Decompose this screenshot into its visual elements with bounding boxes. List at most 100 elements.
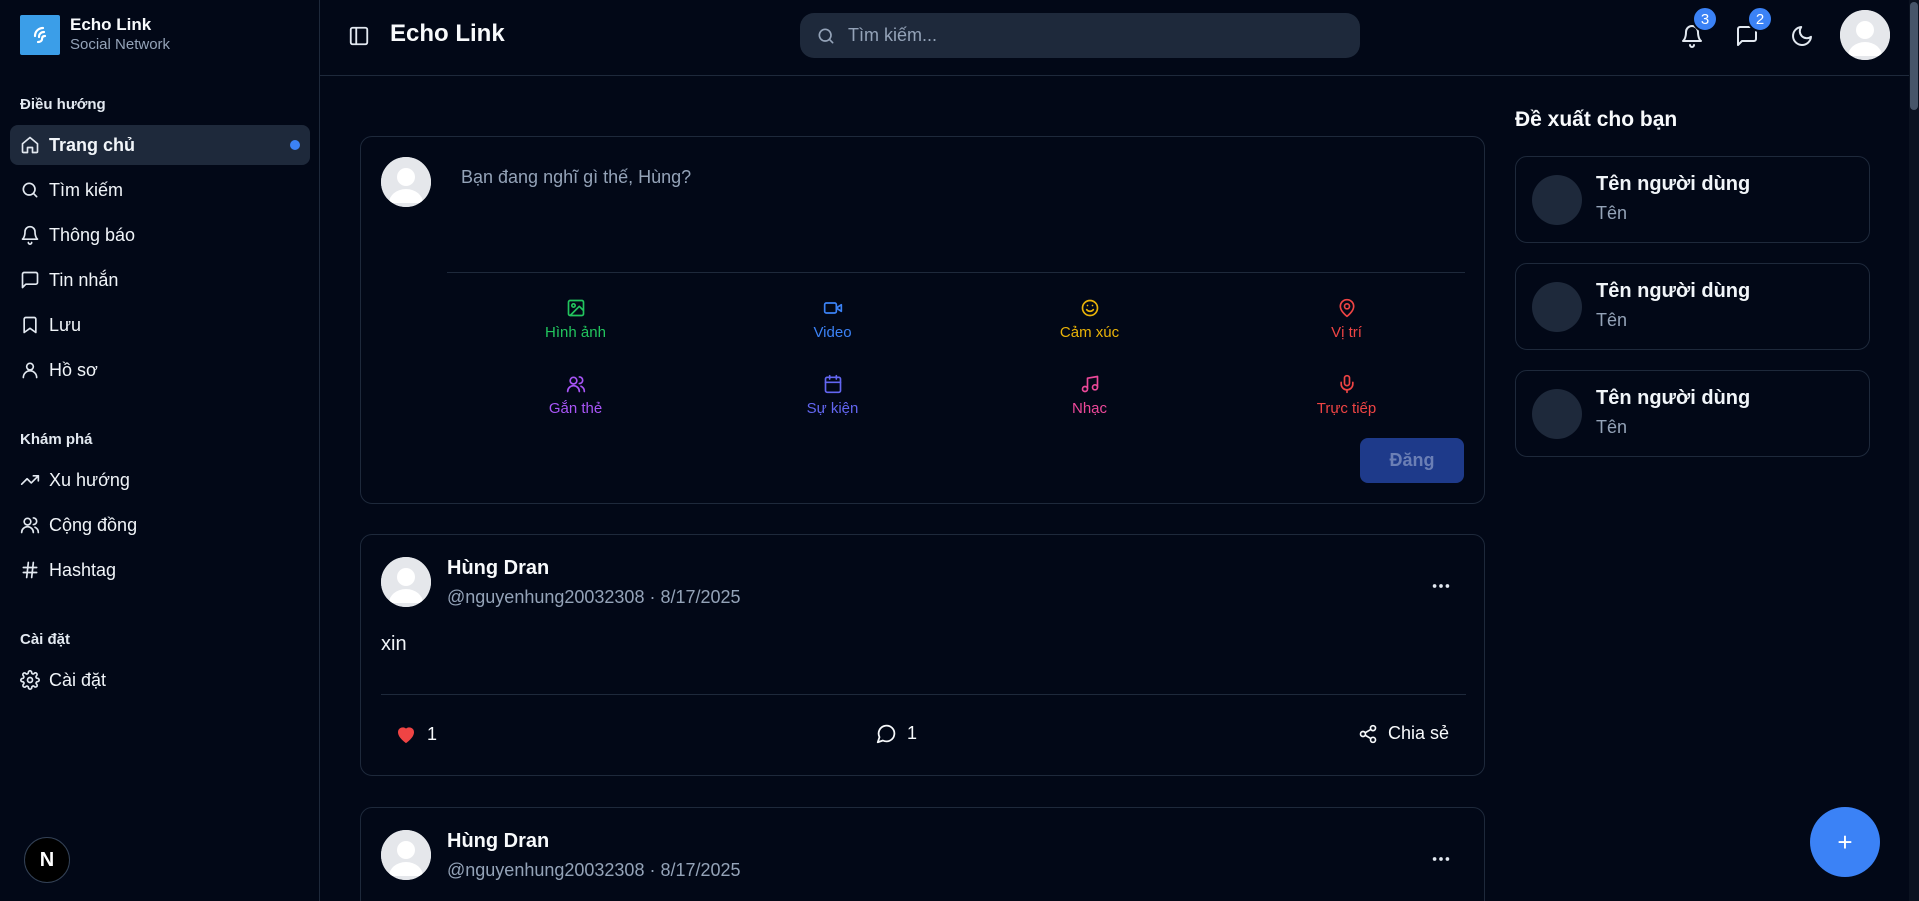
action-label: Video xyxy=(813,323,852,341)
action-location[interactable]: Vị trí xyxy=(1218,287,1475,351)
sidebar-item-label: Hashtag xyxy=(49,559,117,580)
suggestion-handle: Tên xyxy=(1596,310,1628,330)
create-post-fab-button[interactable]: + xyxy=(1810,807,1880,877)
divider xyxy=(447,272,1465,273)
post-author-name[interactable]: Hùng Dran xyxy=(447,830,549,853)
sidebar-item-label: Xu hướng xyxy=(49,469,130,490)
like-button[interactable]: 1 xyxy=(395,723,437,745)
message-icon xyxy=(21,271,39,289)
post-meta: @nguyenhung20032308 · 8/17/2025 xyxy=(447,860,741,880)
sidebar-item-trending[interactable]: Xu hướng xyxy=(10,460,310,500)
image-icon xyxy=(567,299,584,316)
comment-icon xyxy=(876,724,896,744)
composer-input[interactable] xyxy=(461,167,1441,257)
messages-count-badge: 2 xyxy=(1747,6,1773,32)
nav-section-title: Điều hướng xyxy=(20,96,106,113)
post-content: xin xyxy=(381,633,407,655)
home-icon xyxy=(21,136,39,154)
action-feeling[interactable]: Cảm xúc xyxy=(961,287,1218,351)
hash-icon xyxy=(22,561,38,579)
sidebar-item-hashtag[interactable]: Hashtag xyxy=(10,550,310,590)
suggestion-handle: Tên xyxy=(1596,417,1628,437)
action-tag[interactable]: Gắn thẻ xyxy=(447,363,704,427)
page-title: Echo Link xyxy=(390,20,505,47)
sidebar-item-notifications[interactable]: Thông báo xyxy=(10,215,310,255)
brand-title: Echo Link xyxy=(70,15,152,34)
smile-icon xyxy=(1081,299,1098,316)
nav-section-title: Khám phá xyxy=(20,431,93,448)
active-indicator xyxy=(290,140,300,150)
action-music[interactable]: Nhạc xyxy=(961,363,1218,427)
bookmark-icon xyxy=(23,316,37,334)
suggestion-card[interactable]: Tên người dùng Tên xyxy=(1515,370,1870,457)
sidebar-item-label: Hồ sơ xyxy=(49,359,98,380)
sidebar-item-label: Tìm kiếm xyxy=(49,179,123,200)
suggestion-handle: Tên xyxy=(1596,203,1628,223)
suggestion-avatar xyxy=(1532,282,1582,332)
action-video[interactable]: Video xyxy=(704,287,961,351)
post-meta: @nguyenhung20032308 · 8/17/2025 xyxy=(447,587,741,607)
calendar-icon xyxy=(824,374,841,393)
more-options-icon[interactable] xyxy=(1430,575,1452,597)
sidebar-toggle-icon[interactable] xyxy=(348,25,370,47)
scrollbar-thumb[interactable] xyxy=(1910,2,1918,110)
post-submit-button[interactable]: Đăng xyxy=(1360,438,1464,483)
nav-section-title: Cài đặt xyxy=(20,631,71,648)
post-author-name[interactable]: Hùng Dran xyxy=(447,557,549,580)
comment-button[interactable]: 1 xyxy=(876,723,917,744)
suggestion-name: Tên người dùng xyxy=(1596,387,1751,409)
dev-indicator-badge[interactable]: N xyxy=(24,837,70,883)
sidebar-item-community[interactable]: Cộng đồng xyxy=(10,505,310,545)
notifications-count-badge: 3 xyxy=(1692,6,1718,32)
suggestion-card[interactable]: Tên người dùng Tên xyxy=(1515,263,1870,350)
sidebar: Echo Link Social Network Điều hướng Tran… xyxy=(0,0,320,901)
more-options-icon[interactable] xyxy=(1430,848,1452,870)
suggestion-name: Tên người dùng xyxy=(1596,173,1751,195)
sidebar-item-label: Thông báo xyxy=(49,224,136,245)
share-button[interactable]: Chia sẻ xyxy=(1358,723,1449,744)
post-author-avatar[interactable] xyxy=(381,557,431,607)
action-label: Cảm xúc xyxy=(1059,323,1120,341)
action-image[interactable]: Hình ảnh xyxy=(447,287,704,351)
user-icon xyxy=(22,362,38,379)
user-avatar[interactable] xyxy=(1840,10,1890,60)
composer-avatar xyxy=(381,157,431,207)
theme-toggle-button[interactable] xyxy=(1790,24,1814,48)
search-bar[interactable] xyxy=(800,13,1360,58)
search-input[interactable] xyxy=(848,25,1360,46)
post-card: Hùng Dran @nguyenhung20032308 · 8/17/202… xyxy=(360,807,1485,901)
notifications-button[interactable]: 3 xyxy=(1680,6,1718,48)
scrollbar-track[interactable] xyxy=(1909,0,1919,901)
brand[interactable]: Echo Link Social Network xyxy=(0,0,319,70)
action-event[interactable]: Sự kiện xyxy=(704,363,961,427)
sidebar-item-saved[interactable]: Lưu xyxy=(10,305,310,345)
suggestion-avatar xyxy=(1532,175,1582,225)
sidebar-item-profile[interactable]: Hồ sơ xyxy=(10,350,310,390)
like-count: 1 xyxy=(427,723,438,744)
sidebar-item-label: Lưu xyxy=(49,314,82,335)
sidebar-item-home[interactable]: Trang chủ xyxy=(10,125,310,165)
messages-button[interactable]: 2 xyxy=(1735,6,1773,48)
suggestion-card[interactable]: Tên người dùng Tên xyxy=(1515,156,1870,243)
sidebar-item-settings[interactable]: Cài đặt xyxy=(10,660,310,700)
brand-subtitle: Social Network xyxy=(70,36,171,53)
action-live[interactable]: Trực tiếp xyxy=(1218,363,1475,427)
suggestion-name: Tên người dùng xyxy=(1596,280,1751,302)
share-label: Chia sẻ xyxy=(1388,723,1450,743)
action-label: Nhạc xyxy=(1071,399,1108,417)
divider xyxy=(381,694,1466,695)
share-icon xyxy=(1359,724,1377,743)
bell-icon xyxy=(21,225,39,245)
users-icon xyxy=(566,375,585,392)
top-bar: Echo Link 3 2 xyxy=(320,0,1919,76)
moon-icon xyxy=(1792,26,1812,46)
post-author-avatar[interactable] xyxy=(381,830,431,880)
sidebar-item-messages[interactable]: Tin nhắn xyxy=(10,260,310,300)
mic-icon xyxy=(1339,374,1354,393)
action-label: Trực tiếp xyxy=(1316,399,1377,417)
search-icon xyxy=(22,182,38,198)
video-icon xyxy=(823,301,842,314)
sidebar-item-label: Trang chủ xyxy=(49,134,136,155)
echo-link-logo-icon xyxy=(20,15,60,55)
sidebar-item-search[interactable]: Tìm kiếm xyxy=(10,170,310,210)
